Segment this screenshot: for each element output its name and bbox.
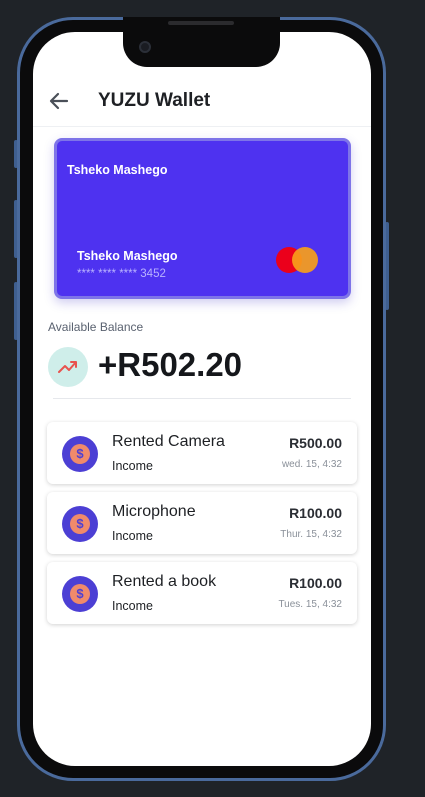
transaction-item[interactable]: $ Rented a book Income R100.00 Tues. 15,… — [47, 562, 357, 624]
card-number: **** **** **** 3452 — [77, 268, 166, 280]
transaction-amount: R500.00 — [289, 435, 342, 451]
bank-card[interactable]: Tsheko Mashego Tsheko Mashego **** **** … — [54, 138, 351, 299]
card-holder-top: Tsheko Mashego — [67, 163, 168, 177]
transaction-date: Tues. 15, 4:32 — [278, 599, 342, 610]
page-title: YUZU Wallet — [98, 90, 211, 111]
transaction-amount: R100.00 — [289, 575, 342, 591]
balance-label: Available Balance — [48, 320, 144, 334]
transaction-name: Rented Camera — [112, 433, 225, 450]
front-camera — [139, 41, 151, 53]
transaction-amount: R100.00 — [289, 505, 342, 521]
transaction-item[interactable]: $ Rented Camera Income R500.00 wed. 15, … — [47, 422, 357, 484]
transaction-date: Thur. 15, 4:32 — [280, 529, 342, 540]
transaction-name: Microphone — [112, 503, 196, 520]
mastercard-icon — [274, 245, 320, 275]
transaction-date: wed. 15, 4:32 — [281, 459, 342, 470]
arrow-left-icon[interactable] — [47, 89, 71, 113]
transaction-type: Income — [112, 529, 153, 543]
transaction-type: Income — [112, 599, 153, 613]
card-holder-name: Tsheko Mashego — [77, 249, 178, 263]
transaction-type: Income — [112, 459, 153, 473]
dollar-icon: $ — [62, 576, 98, 612]
phone-speaker — [168, 21, 234, 25]
transaction-item[interactable]: $ Microphone Income R100.00 Thur. 15, 4:… — [47, 492, 357, 554]
balance-amount: +R502.20 — [98, 346, 243, 383]
dollar-icon: $ — [62, 436, 98, 472]
divider — [53, 398, 351, 399]
trending-up-icon — [48, 347, 88, 387]
phone-screen: YUZU Wallet Tsheko Mashego Tsheko Masheg… — [33, 32, 371, 766]
dollar-icon: $ — [62, 506, 98, 542]
transaction-name: Rented a book — [112, 573, 217, 590]
